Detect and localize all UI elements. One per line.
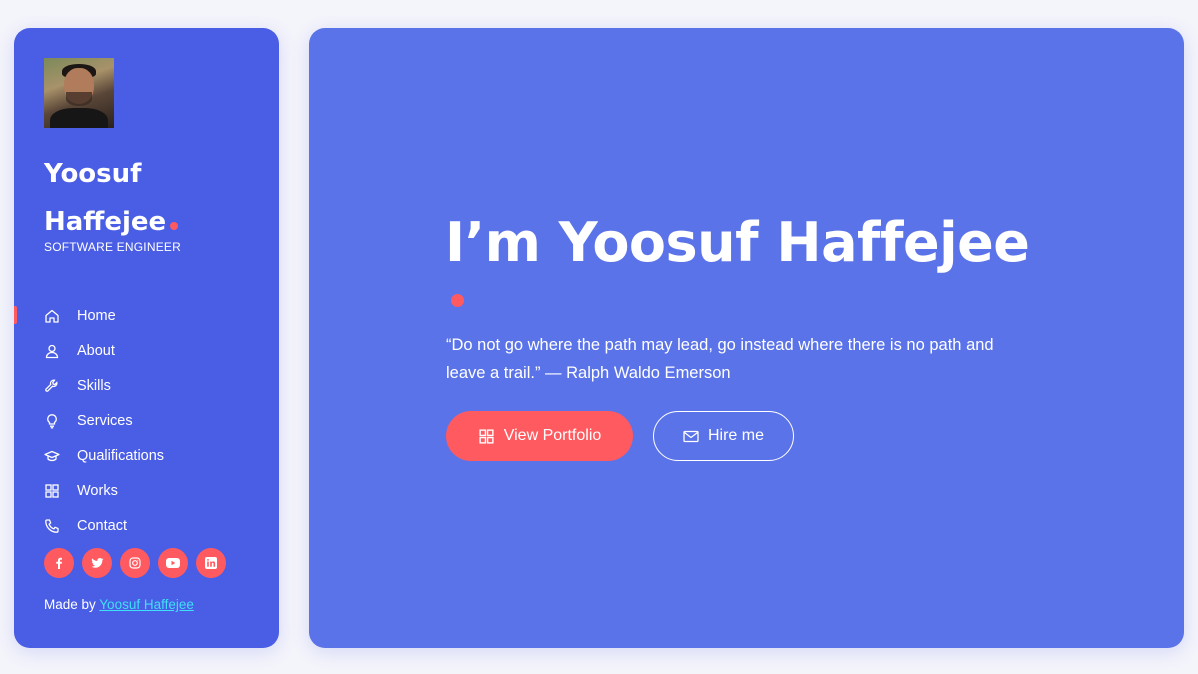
profile-name: Yoosuf Haffejee bbox=[44, 150, 264, 246]
grid-icon bbox=[44, 483, 60, 499]
hero-section: I’m Yoosuf Haffejee “Do not go where the… bbox=[309, 28, 1184, 648]
sidebar-item-label: Qualifications bbox=[77, 447, 165, 464]
youtube-icon bbox=[166, 558, 180, 568]
facebook-link[interactable] bbox=[44, 548, 74, 578]
sidebar-item-label: Services bbox=[77, 412, 133, 429]
twitter-icon bbox=[91, 557, 104, 569]
made-by-credit: Made by Yoosuf Haffejee bbox=[44, 597, 194, 612]
wrench-icon bbox=[44, 378, 60, 394]
view-portfolio-button[interactable]: View Portfolio bbox=[446, 411, 633, 461]
sidebar-item-about[interactable]: About bbox=[14, 333, 279, 368]
sidebar-item-qualifications[interactable]: Qualifications bbox=[14, 438, 279, 473]
instagram-link[interactable] bbox=[120, 548, 150, 578]
grid-icon bbox=[478, 428, 495, 445]
hero-headline: I’m Yoosuf Haffejee bbox=[445, 211, 1030, 274]
hire-me-label: Hire me bbox=[707, 427, 764, 444]
instagram-icon bbox=[129, 557, 141, 569]
sidebar-item-skills[interactable]: Skills bbox=[14, 368, 279, 403]
sidebar-item-label: Contact bbox=[77, 517, 127, 534]
sidebar-item-contact[interactable]: Contact bbox=[14, 508, 279, 543]
accent-dot bbox=[170, 222, 179, 230]
sidebar-item-services[interactable]: Services bbox=[14, 403, 279, 438]
sidebar: Yoosuf Haffejee SOFTWARE ENGINEER Home A… bbox=[14, 28, 279, 648]
sidebar-item-label: Home bbox=[77, 307, 116, 324]
sidebar-item-home[interactable]: Home bbox=[14, 298, 279, 333]
lightbulb-icon bbox=[44, 413, 60, 429]
profile-name-last: Haffejee bbox=[44, 207, 167, 237]
linkedin-icon bbox=[205, 557, 217, 569]
user-icon bbox=[44, 343, 60, 359]
view-portfolio-label: View Portfolio bbox=[503, 427, 602, 444]
sidebar-nav: Home About Skills Services Qualification… bbox=[14, 298, 279, 543]
made-by-prefix: Made by bbox=[44, 597, 96, 612]
sidebar-item-works[interactable]: Works bbox=[14, 473, 279, 508]
phone-icon bbox=[44, 518, 60, 534]
avatar bbox=[44, 58, 114, 128]
sidebar-item-label: About bbox=[77, 342, 115, 359]
mail-icon bbox=[683, 430, 699, 443]
linkedin-link[interactable] bbox=[196, 548, 226, 578]
hire-me-button[interactable]: Hire me bbox=[653, 411, 794, 461]
youtube-link[interactable] bbox=[158, 548, 188, 578]
sidebar-item-label: Works bbox=[77, 482, 118, 499]
made-by-link[interactable]: Yoosuf Haffejee bbox=[99, 597, 194, 612]
graduation-cap-icon bbox=[44, 448, 60, 464]
profile-role: SOFTWARE ENGINEER bbox=[44, 240, 181, 254]
sidebar-item-label: Skills bbox=[77, 377, 111, 394]
profile-name-first: Yoosuf bbox=[44, 159, 142, 189]
social-links bbox=[44, 548, 226, 578]
facebook-icon bbox=[53, 557, 65, 569]
home-icon bbox=[44, 308, 60, 324]
twitter-link[interactable] bbox=[82, 548, 112, 578]
hero-quote: “Do not go where the path may lead, go i… bbox=[446, 336, 994, 382]
accent-dot bbox=[451, 294, 464, 307]
